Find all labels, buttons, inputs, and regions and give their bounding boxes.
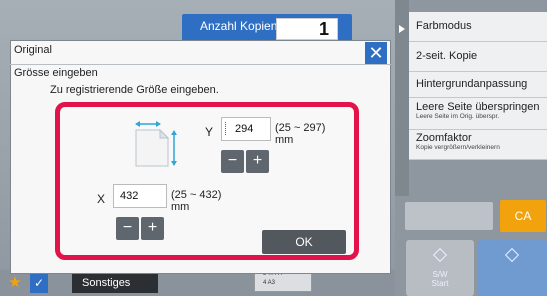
close-icon[interactable]: ✕ bbox=[365, 42, 387, 64]
y-unit: mm bbox=[275, 134, 294, 146]
menu-farbmodus[interactable]: Farbmodus bbox=[409, 12, 547, 42]
sonstiges-button[interactable]: Sonstiges bbox=[72, 273, 158, 293]
start-diamond-icon bbox=[504, 247, 520, 263]
x-range-text: (25 ~ 432) mm bbox=[171, 189, 221, 213]
size-diagram-icon bbox=[135, 121, 177, 167]
input-cursor bbox=[225, 122, 226, 135]
x-size-value: 432 bbox=[120, 190, 139, 202]
start-label: S/W Start bbox=[431, 270, 449, 288]
dialog-instruction: Zu registrierende Größe eingeben. bbox=[50, 84, 219, 96]
y-label: Y bbox=[205, 125, 214, 139]
menu-2-seit-kopie[interactable]: 2-seit. Kopie bbox=[409, 42, 547, 72]
dialog-subtitle: Grösse eingeben bbox=[14, 67, 98, 79]
start-diamond-icon bbox=[432, 247, 448, 263]
menu-item-label: Zoomfaktor bbox=[416, 132, 472, 144]
star-icon[interactable]: ★ bbox=[6, 273, 24, 293]
menu-item-sublabel: Kopie vergrößern/verkleinern bbox=[416, 144, 500, 151]
check-icon[interactable]: ✓ bbox=[30, 273, 48, 293]
menu-item-label: 2-seit. Kopie bbox=[416, 50, 478, 62]
menu-leere-seite[interactable]: Leere Seite überspringen Leere Seite im … bbox=[409, 98, 547, 130]
x-label: X bbox=[97, 192, 106, 206]
x-minus-button[interactable]: − bbox=[116, 217, 139, 240]
disabled-button[interactable] bbox=[405, 202, 493, 230]
menu-hintergrundanpassung[interactable]: Hintergrundanpassung bbox=[409, 72, 547, 98]
copies-label: Anzahl Kopien bbox=[200, 19, 278, 33]
x-plus-button[interactable]: + bbox=[141, 217, 164, 240]
color-start-button[interactable] bbox=[478, 240, 547, 296]
bw-start-button[interactable]: S/W Start bbox=[406, 240, 474, 296]
menu-item-label: Hintergrundanpassung bbox=[416, 78, 528, 90]
y-range-text: (25 ~ 297) mm bbox=[275, 122, 325, 146]
ok-button[interactable]: OK bbox=[262, 230, 346, 254]
y-range: (25 ~ 297) bbox=[275, 122, 326, 134]
y-minus-button[interactable]: − bbox=[221, 150, 244, 173]
x-range: (25 ~ 432) bbox=[171, 189, 222, 201]
dialog-title: Original bbox=[14, 44, 52, 56]
menu-item-label: Leere Seite überspringen bbox=[416, 101, 540, 113]
x-unit: mm bbox=[171, 201, 190, 213]
arrow-right-icon bbox=[399, 25, 405, 33]
y-size-input[interactable]: 294 bbox=[221, 117, 271, 141]
copies-field[interactable]: 1 bbox=[276, 18, 338, 40]
dialog-divider bbox=[10, 64, 391, 65]
menu-zoomfaktor[interactable]: Zoomfaktor Kopie vergrößern/verkleinern bbox=[409, 130, 547, 160]
x-size-input[interactable]: 432 bbox=[113, 184, 167, 208]
y-size-value: 294 bbox=[235, 123, 254, 135]
menu-item-sublabel: Leere Seite im Orig. überspr. bbox=[416, 113, 500, 120]
ca-button[interactable]: CA bbox=[500, 200, 546, 232]
y-plus-button[interactable]: + bbox=[246, 150, 269, 173]
menu-item-label: Farbmodus bbox=[416, 20, 472, 32]
